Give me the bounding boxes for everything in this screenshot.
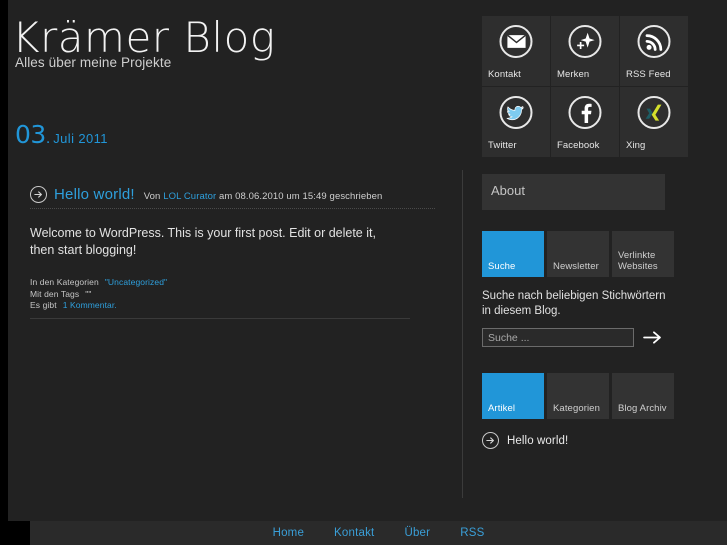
tab-label: Newsletter — [553, 261, 599, 272]
post-meta-comments: Es gibt 1 Kommentar. — [30, 300, 410, 312]
star-plus-icon — [568, 25, 602, 58]
social-tile-grid: Kontakt Merken RSS Feed Twitter Facebook… — [482, 16, 688, 157]
social-label: Merken — [557, 69, 590, 80]
comments-link[interactable]: 1 Kommentar. — [63, 300, 117, 310]
tags-value: "" — [85, 288, 92, 299]
social-label: Xing — [626, 140, 646, 151]
post-meta: In den Kategorien "Uncategorized" Mit den… — [30, 277, 410, 319]
tags-label: Mit den Tags — [30, 288, 80, 299]
comments-label: Es gibt — [30, 300, 57, 310]
tab-label: Kategorien — [553, 403, 600, 414]
site-header: Krämer Blog Alles über meine Projekte — [12, 12, 452, 70]
post-header: Hello world! Von LOL Curator am 08.06.20… — [30, 186, 435, 209]
tab-label: Verlinkte Websites — [618, 250, 658, 272]
social-tile-xing[interactable]: Xing — [620, 87, 688, 157]
tab-label: Blog Archiv — [618, 403, 667, 414]
footer-nav: Home Kontakt Über RSS — [30, 521, 727, 545]
search-input[interactable] — [482, 328, 634, 347]
social-label: Twitter — [488, 140, 517, 151]
footer-link-home[interactable]: Home — [273, 527, 304, 539]
post-title-link[interactable]: Hello world! — [54, 186, 135, 203]
xing-x-icon — [637, 96, 671, 129]
footer-link-kontakt[interactable]: Kontakt — [334, 527, 374, 539]
post-meta-categories: In den Kategorien "Uncategorized" — [30, 277, 410, 289]
about-label: About — [491, 183, 525, 198]
tab-newsletter[interactable]: Newsletter — [547, 231, 609, 277]
social-tile-rss-feed[interactable]: RSS Feed — [620, 16, 688, 86]
search-description: Suche nach beliebigen Stichwörtern in di… — [482, 290, 666, 317]
post-date-dot: . — [45, 130, 51, 147]
tab-verlinkte-websites[interactable]: Verlinkte Websites — [612, 231, 674, 277]
arrow-right-circle-icon — [30, 186, 47, 203]
social-label: Facebook — [557, 140, 600, 151]
byline-prefix: Von — [143, 190, 161, 202]
arrow-right-circle-icon — [482, 432, 499, 449]
post-date: 03. Juli 2011 — [15, 120, 108, 149]
social-tile-facebook[interactable]: Facebook — [551, 87, 619, 157]
page-root: Krämer Blog Alles über meine Projekte 03… — [0, 0, 727, 545]
categories-label: In den Kategorien — [30, 277, 99, 287]
twitter-bird-icon — [499, 96, 533, 129]
article-link[interactable]: Hello world! — [507, 435, 568, 447]
post-date-month-year: Juli 2011 — [53, 131, 108, 146]
article-list: Hello world! — [482, 432, 680, 449]
post-date-day: 03 — [15, 120, 46, 149]
social-label: RSS Feed — [626, 69, 671, 80]
category-link[interactable]: "Uncategorized" — [105, 277, 167, 287]
footer-link-rss[interactable]: RSS — [460, 527, 484, 539]
footer-link-ueber[interactable]: Über — [404, 527, 430, 539]
arrow-right-icon — [642, 331, 661, 344]
rss-icon — [637, 25, 671, 58]
post-meta-tags: Mit den Tags "" — [30, 289, 410, 301]
post-byline: Von LOL Curator am 08.06.2010 um 15:49 g… — [144, 191, 383, 202]
about-box[interactable]: About — [482, 174, 665, 210]
search-tab-row: Suche Newsletter Verlinkte Websites — [482, 231, 680, 277]
search-submit-button[interactable] — [642, 328, 662, 347]
sidebar: Kontakt Merken RSS Feed Twitter Facebook… — [482, 16, 688, 449]
article-tab-row: Artikel Kategorien Blog Archiv — [482, 373, 680, 419]
main-content: Hello world! Von LOL Curator am 08.06.20… — [30, 186, 435, 319]
social-tile-kontakt[interactable]: Kontakt — [482, 16, 550, 86]
envelope-icon — [499, 25, 533, 58]
tab-kategorien[interactable]: Kategorien — [547, 373, 609, 419]
column-divider — [462, 170, 463, 498]
tab-artikel[interactable]: Artikel — [482, 373, 544, 419]
facebook-f-icon — [568, 96, 602, 129]
tab-suche[interactable]: Suche — [482, 231, 544, 277]
post-body: Welcome to WordPress. This is your first… — [30, 226, 376, 257]
tab-label: Suche — [488, 261, 516, 272]
byline-suffix: am 08.06.2010 um 15:49 geschrieben — [218, 190, 383, 202]
list-item[interactable]: Hello world! — [482, 432, 680, 449]
search-row — [482, 328, 680, 347]
social-tile-twitter[interactable]: Twitter — [482, 87, 550, 157]
tab-blog-archiv[interactable]: Blog Archiv — [612, 373, 674, 419]
tab-label: Artikel — [488, 403, 516, 414]
social-label: Kontakt — [488, 69, 521, 80]
social-tile-merken[interactable]: Merken — [551, 16, 619, 86]
post-author-link[interactable]: LOL Curator — [163, 191, 216, 202]
